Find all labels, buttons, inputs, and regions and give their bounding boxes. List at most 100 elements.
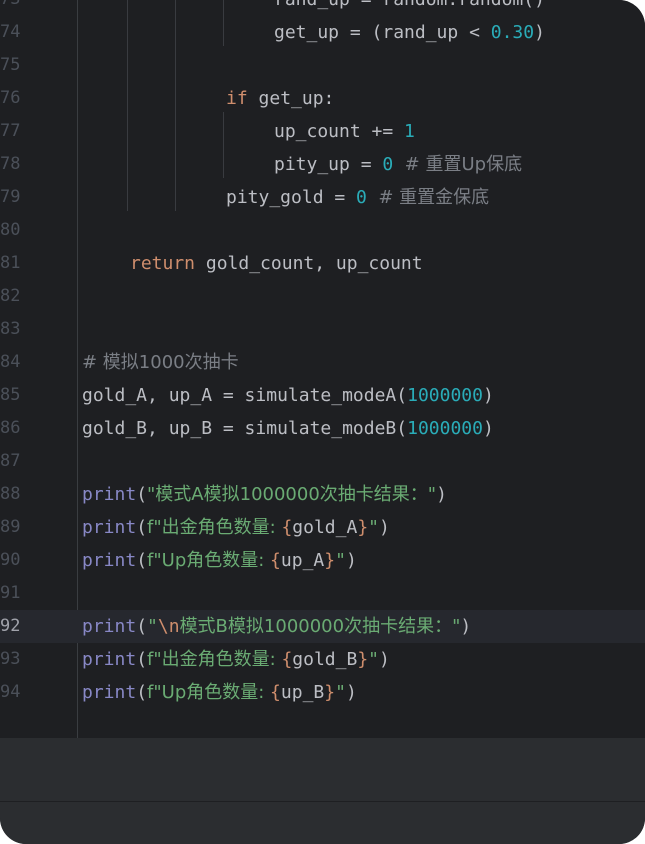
code-token: # 重置金保底 — [366, 187, 490, 208]
code-token: ( — [136, 550, 148, 571]
code-token: if — [226, 88, 248, 109]
code-token: " — [368, 517, 379, 538]
code-token: pity_gold = — [226, 187, 357, 208]
code-token: } — [357, 517, 369, 538]
code-line[interactable]: 90 print(f"Up角色数量: {up_A}") — [0, 544, 645, 577]
line-number: 88 — [0, 484, 21, 504]
code-line[interactable]: 84 # 模拟1000次抽卡 — [0, 346, 645, 379]
code-token: ) — [345, 682, 357, 703]
code-token: } — [324, 682, 336, 703]
line-number: 75 — [0, 55, 21, 75]
code-token: up_A — [280, 550, 325, 571]
line-code: get_up = (rand_up < 0.30) — [274, 16, 545, 49]
code-token: get_up: — [247, 88, 335, 109]
code-token: 0 — [382, 154, 394, 175]
code-line[interactable]: 85 gold_A, up_A = simulate_modeA(1000000) — [0, 379, 645, 412]
line-code: pity_gold = 0 # 重置金保底 — [226, 181, 489, 214]
code-line[interactable]: 94 print(f"Up角色数量: {up_B}") — [0, 676, 645, 709]
line-number: 94 — [0, 682, 21, 702]
code-token: ( — [136, 616, 148, 637]
code-token: f"出金角色数量: — [147, 517, 282, 538]
code-line[interactable]: 87 — [0, 445, 645, 478]
code-token: ( — [136, 682, 148, 703]
code-token: ( — [136, 649, 148, 670]
code-line[interactable]: 74 get_up = (rand_up < 0.30) — [0, 16, 645, 49]
line-code: if get_up: — [226, 82, 334, 115]
code-token: print — [82, 517, 137, 538]
code-token: "模式A模拟1000000次抽卡结果：" — [147, 484, 437, 505]
code-line[interactable]: 82 — [0, 280, 645, 313]
code-line[interactable]: 78 pity_up = 0 # 重置Up保底 — [0, 148, 645, 181]
line-number: 73 — [0, 0, 22, 16]
code-token: " — [335, 682, 346, 703]
code-token: print — [82, 484, 137, 505]
code-token: ) — [482, 418, 494, 439]
code-line[interactable]: 88 print("模式A模拟1000000次抽卡结果：") — [0, 478, 645, 511]
line-code: print(f"Up角色数量: {up_B}") — [82, 676, 357, 709]
line-code: print("\n模式B模拟1000000次抽卡结果：") — [82, 610, 471, 643]
code-token: f"Up角色数量: — [147, 550, 271, 571]
code-token: 1 — [404, 121, 415, 142]
line-number: 86 — [0, 418, 21, 438]
line-number: 78 — [0, 154, 21, 174]
line-number: 84 — [0, 352, 21, 372]
line-number: 92 — [0, 616, 21, 636]
code-token: ) — [482, 385, 494, 406]
code-token: gold_count, up_count — [195, 253, 423, 274]
code-token: } — [357, 649, 369, 670]
code-editor[interactable]: 73 rand_up = random.random() 74 get_up = (r… — [0, 0, 645, 738]
code-line[interactable]: 86 gold_B, up_B = simulate_modeB(1000000) — [0, 412, 645, 445]
code-token: print — [82, 682, 137, 703]
code-token: { — [270, 682, 281, 703]
line-number: 82 — [0, 286, 21, 306]
code-line[interactable]: 89 print(f"出金角色数量: {gold_A}") — [0, 511, 645, 544]
code-line[interactable]: 80 — [0, 214, 645, 247]
line-code: up_count += 1 — [274, 115, 415, 148]
code-token: { — [270, 550, 281, 571]
line-number: 81 — [0, 253, 21, 273]
code-line[interactable]: 73 rand_up = random.random() — [0, 0, 645, 16]
code-line[interactable]: 76 if get_up: — [0, 82, 645, 115]
code-line[interactable]: 77 up_count += 1 — [0, 115, 645, 148]
code-line[interactable]: 91 — [0, 577, 645, 610]
line-code: print("模式A模拟1000000次抽卡结果：") — [82, 478, 447, 511]
code-line[interactable]: 75 — [0, 49, 645, 82]
line-number: 80 — [0, 220, 21, 240]
code-token: ( — [136, 484, 148, 505]
line-code: rand_up = random.random() — [274, 0, 545, 16]
line-code: gold_A, up_A = simulate_modeA(1000000) — [82, 379, 494, 412]
code-token: ) — [345, 550, 357, 571]
line-number: 85 — [0, 385, 21, 405]
code-token: up_count += — [274, 121, 405, 142]
line-code: print(f"Up角色数量: {up_A}") — [82, 544, 357, 577]
code-line[interactable]: 92 print("\n模式B模拟1000000次抽卡结果：") — [0, 610, 645, 643]
line-number: 76 — [0, 88, 21, 108]
line-code: gold_B, up_B = simulate_modeB(1000000) — [82, 412, 494, 445]
code-token: 0.30 — [490, 22, 535, 43]
line-number: 90 — [0, 550, 21, 570]
line-number: 87 — [0, 451, 21, 471]
code-line[interactable]: 81 return gold_count, up_count — [0, 247, 645, 280]
code-line[interactable]: 83 — [0, 313, 645, 346]
line-code: # 模拟1000次抽卡 — [82, 346, 239, 379]
line-number: 89 — [0, 517, 21, 537]
code-token: ( — [136, 517, 148, 538]
line-code: print(f"出金角色数量: {gold_B}") — [82, 643, 390, 676]
code-token: { — [281, 517, 293, 538]
code-token: " — [368, 649, 379, 670]
code-token: pity_up = — [274, 154, 383, 175]
code-line[interactable]: 79 pity_gold = 0 # 重置金保底 — [0, 181, 645, 214]
line-number: 91 — [0, 583, 21, 603]
line-number: 93 — [0, 649, 21, 669]
line-number: 74 — [0, 22, 21, 42]
code-token: gold_B — [292, 649, 358, 670]
code-token: f"出金角色数量: — [147, 649, 282, 670]
code-token: \n — [157, 616, 180, 637]
code-token: { — [281, 649, 293, 670]
code-line[interactable]: 93 print(f"出金角色数量: {gold_B}") — [0, 643, 645, 676]
code-token: return — [130, 253, 196, 274]
code-token: f"Up角色数量: — [147, 682, 271, 703]
code-token: ) — [379, 649, 390, 670]
code-token: " — [147, 616, 158, 637]
code-token: # 模拟1000次抽卡 — [82, 352, 239, 373]
